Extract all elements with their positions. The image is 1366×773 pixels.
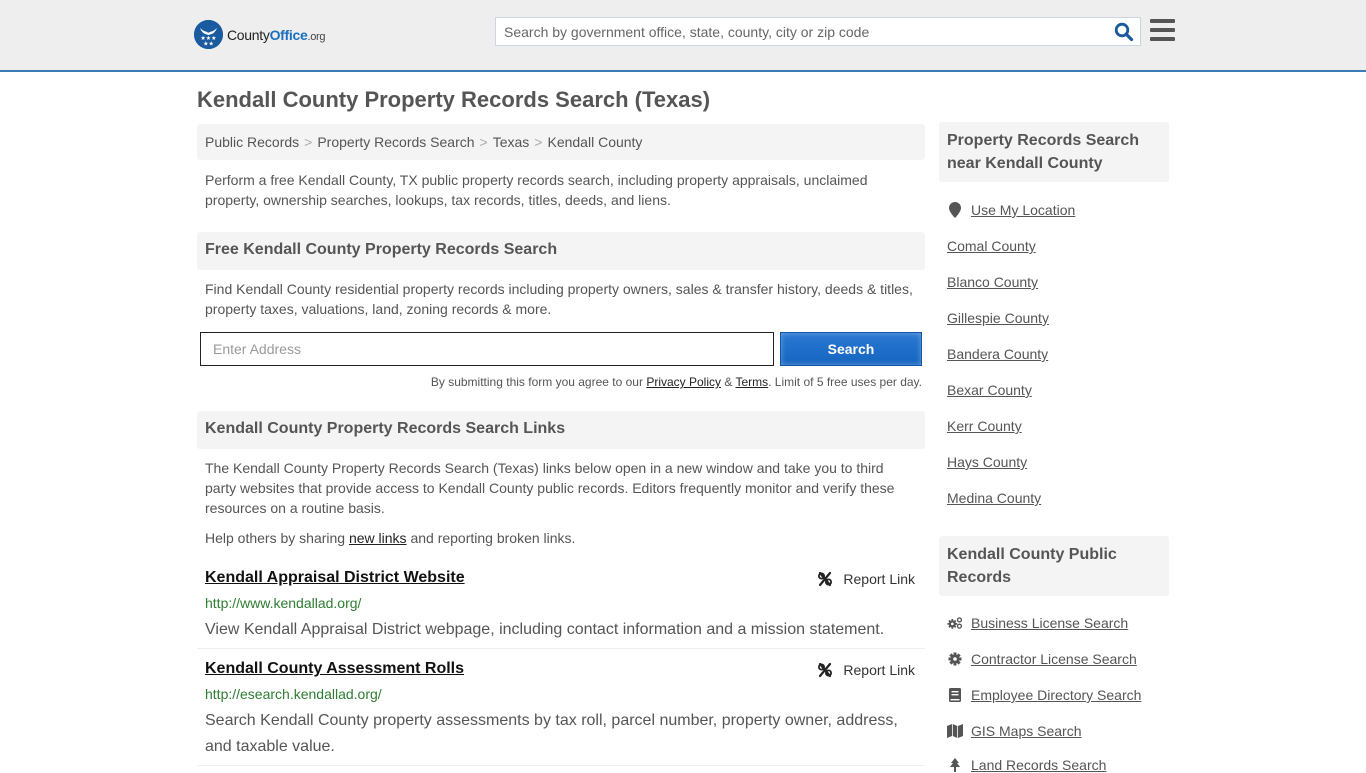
report-link-button[interactable]: Report Link [817,571,915,587]
site-header: ★★★ ★★ CountyOffice.org [0,0,1366,72]
disclaimer-amp: & [721,375,736,389]
resource-link-url: http://www.kendallad.org/ [205,595,362,611]
page-title: Kendall County Property Records Search (… [197,87,711,112]
resource-link-description: View Kendall Appraisal District webpage,… [205,621,885,638]
public-record-link[interactable]: Contractor License Search [971,651,1137,667]
nearby-county-item[interactable]: Blanco County [947,274,1038,290]
nearby-county-link[interactable]: Medina County [947,490,1041,506]
site-logo[interactable]: ★★★ ★★ CountyOffice.org [194,20,326,49]
nearby-heading: Property Records Search near Kendall Cou… [939,122,1169,182]
public-records-heading: Kendall County Public Records [939,536,1169,596]
logo-eagle-icon: ★★★ ★★ [194,20,223,49]
breadcrumb-texas[interactable]: Texas [493,134,530,150]
gear-icon [947,651,963,667]
svg-text:★★: ★★ [203,41,214,48]
breadcrumb-kendall-county[interactable]: Kendall County [547,134,642,150]
public-record-link[interactable]: Employee Directory Search [971,687,1141,703]
map-icon [947,723,963,739]
privacy-policy-link[interactable]: Privacy Policy [646,375,721,389]
report-link-button[interactable]: Report Link [817,662,915,678]
public-record-item[interactable]: Business License Search [947,615,1128,631]
breadcrumb-separator: > [534,134,543,150]
breadcrumb-property-records-search[interactable]: Property Records Search [317,134,474,150]
broken-link-icon [818,662,833,678]
search-icon[interactable] [1114,22,1134,42]
broken-link-icon [818,571,833,587]
terms-link[interactable]: Terms [735,375,768,389]
hamburger-menu-icon[interactable] [1150,19,1175,41]
nearby-county-item[interactable]: Kerr County [947,418,1022,434]
breadcrumb-separator: > [304,134,313,150]
map-marker-icon [947,202,963,218]
resource-link-item: Kendall County Assessment Rolls Report L… [197,660,925,766]
public-record-item[interactable]: Employee Directory Search [947,687,1141,703]
resource-link-url: http://esearch.kendallad.org/ [205,686,382,702]
resource-link-description: Search Kendall County property assessmen… [205,712,898,755]
public-record-link[interactable]: Business License Search [971,615,1128,631]
address-input[interactable] [200,332,774,366]
use-my-location-item[interactable]: Use My Location [947,202,1075,218]
cogs-icon [947,615,963,631]
resource-link-title[interactable]: Kendall Appraisal District Website [205,569,465,587]
nearby-county-link[interactable]: Bandera County [947,346,1048,362]
nearby-county-item[interactable]: Comal County [947,238,1036,254]
breadcrumb-separator: > [479,134,488,150]
address-search-button[interactable]: Search [780,332,922,366]
tree-icon [947,757,963,773]
breadcrumb-public-records[interactable]: Public Records [205,134,299,150]
nearby-county-item[interactable]: Hays County [947,454,1027,470]
new-links-link[interactable]: new links [349,530,407,546]
site-search-box [495,17,1141,46]
help-text: Help others by sharing new links and rep… [205,528,917,548]
free-search-heading: Free Kendall County Property Records Sea… [197,232,925,270]
resource-link-title[interactable]: Kendall County Assessment Rolls [205,660,464,678]
nearby-county-item[interactable]: Gillespie County [947,310,1049,326]
nearby-county-link[interactable]: Bexar County [947,382,1032,398]
resource-link-item: Kendall Appraisal District Website Repor… [197,569,925,649]
intro-text: Perform a free Kendall County, TX public… [205,172,868,208]
nearby-county-link[interactable]: Gillespie County [947,310,1049,326]
use-my-location-link[interactable]: Use My Location [971,202,1075,218]
breadcrumb: Public Records > Property Records Search > T… [197,124,925,160]
form-disclaimer: By submitting this form you agree to our… [200,375,922,389]
logo-text: CountyOffice.org [227,26,326,43]
book-icon [947,687,963,703]
nearby-county-link[interactable]: Comal County [947,238,1036,254]
free-search-description: Find Kendall County residential property… [205,281,913,317]
links-section-heading: Kendall County Property Records Search L… [197,411,925,449]
report-link-label: Report Link [843,662,915,678]
public-record-item[interactable]: GIS Maps Search [947,723,1082,739]
links-section-description: The Kendall County Property Records Sear… [205,460,895,516]
nearby-county-item[interactable]: Medina County [947,490,1041,506]
nearby-county-item[interactable]: Bandera County [947,346,1048,362]
site-search-input[interactable] [496,18,1106,45]
help-prefix: Help others by sharing [205,530,349,546]
nearby-county-link[interactable]: Blanco County [947,274,1038,290]
nearby-county-link[interactable]: Kerr County [947,418,1022,434]
report-link-label: Report Link [843,571,915,587]
public-record-link[interactable]: Land Records Search [971,757,1106,773]
disclaimer-suffix: . Limit of 5 free uses per day. [768,375,922,389]
help-suffix: and reporting broken links. [406,530,576,546]
disclaimer-prefix: By submitting this form you agree to our [430,375,647,389]
nearby-county-item[interactable]: Bexar County [947,382,1032,398]
public-record-item[interactable]: Land Records Search [947,757,1106,773]
public-record-item[interactable]: Contractor License Search [947,651,1137,667]
public-record-link[interactable]: GIS Maps Search [971,723,1082,739]
nearby-county-link[interactable]: Hays County [947,454,1027,470]
